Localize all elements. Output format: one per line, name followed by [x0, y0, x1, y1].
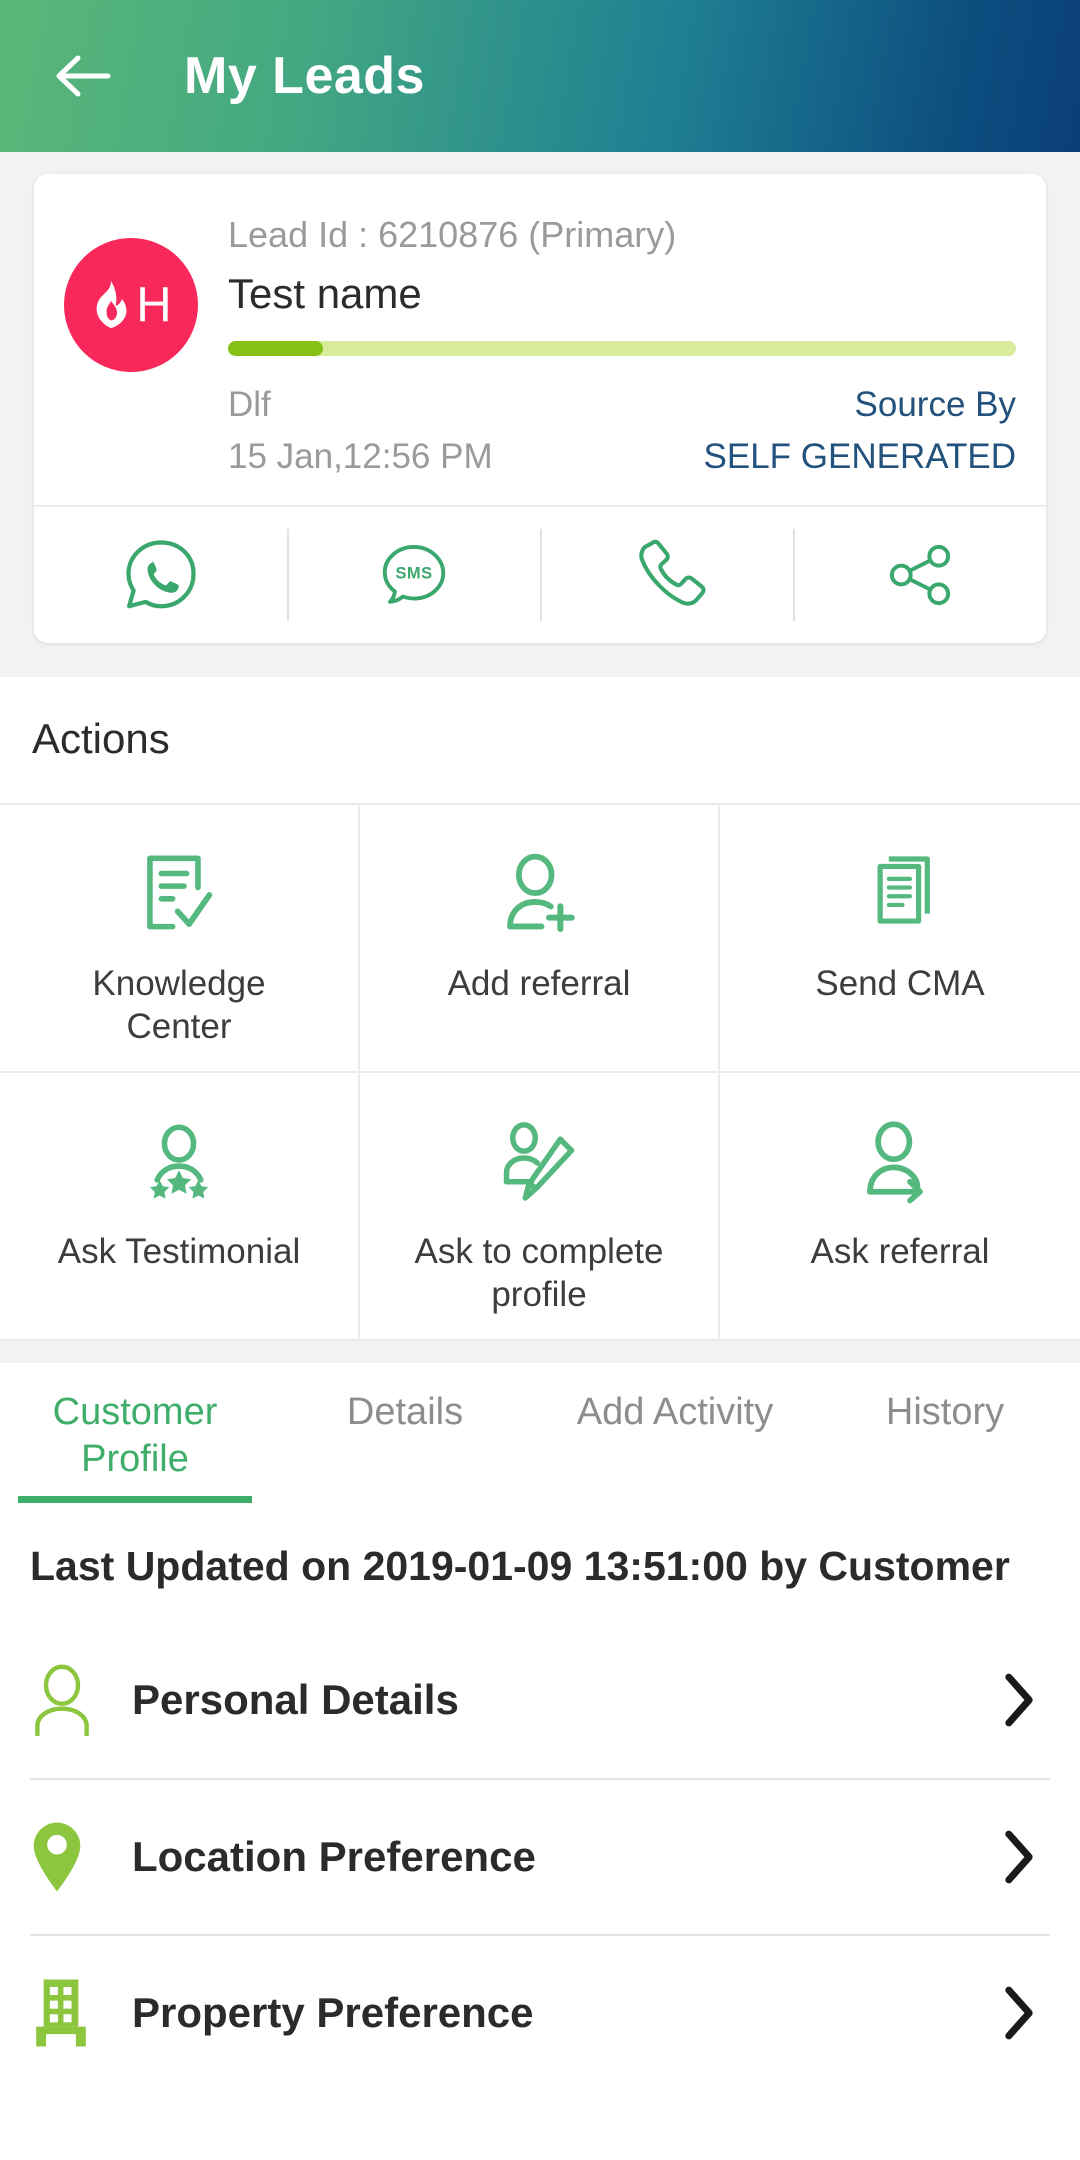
lead-id: Lead Id : 6210876 (Primary)	[228, 214, 677, 255]
person-pencil-icon	[503, 1122, 575, 1202]
list-item-property-preference[interactable]: Property Preference	[30, 1933, 1050, 2090]
person-arrow-icon	[867, 1121, 923, 1204]
chevron-right-icon[interactable]	[1002, 1985, 1050, 2041]
flame-icon	[96, 281, 127, 328]
lead-progress-bar	[228, 341, 1016, 357]
tab-bar: Customer Profile Details Add Activity Hi…	[0, 1363, 1080, 1504]
list-item-label: Location Preference	[132, 1832, 536, 1880]
lead-meta: Dlf 15 Jan,12:56 PM Source By SELF GENER…	[228, 382, 1016, 505]
chevron-right-icon-glyph	[1005, 1673, 1033, 1726]
source-by-value: SELF GENERATED	[703, 436, 1016, 476]
building-icon-wrap	[30, 1977, 114, 2049]
map-pin-icon	[33, 1822, 81, 1891]
source-by-label: Source By	[854, 385, 1016, 425]
call-icon	[638, 540, 706, 607]
tab-add-activity[interactable]: Add Activity	[540, 1379, 810, 1503]
document-check-icon-wrap	[142, 847, 216, 943]
customer-profile-list: Personal Details Location Preference Pro…	[0, 1604, 1080, 2090]
documents-stack-icon	[877, 856, 930, 925]
lead-name: Test name	[228, 270, 422, 317]
action-ask-testimonial[interactable]: Ask Testimonial	[0, 1073, 360, 1342]
actions-heading: Actions	[0, 677, 1080, 804]
chevron-right-icon-glyph	[1005, 1986, 1033, 2039]
sms-icon: SMS	[382, 545, 445, 605]
action-label: Add referral	[447, 964, 631, 1004]
action-ask-complete-profile[interactable]: Ask to complete profile	[360, 1073, 720, 1342]
lead-info: Lead Id : 6210876 (Primary) Test name Dl…	[228, 204, 1016, 505]
back-button[interactable]	[52, 45, 114, 107]
actions-grid: Knowledge Center Add referral Send CMA A…	[0, 803, 1080, 1342]
list-item-personal-details[interactable]: Personal Details	[30, 1622, 1050, 1778]
building-icon	[36, 1979, 86, 2046]
chevron-right-icon-glyph	[1005, 1830, 1033, 1883]
avatar: H	[64, 238, 198, 372]
document-check-icon	[147, 855, 213, 930]
person-pencil-icon-wrap	[499, 1115, 579, 1211]
list-item-label: Personal Details	[132, 1675, 459, 1723]
lead-project: Dlf	[228, 385, 271, 425]
action-label: Ask Testimonial	[57, 1232, 301, 1272]
lead-card-region: H Lead Id : 6210876 (Primary) Test name …	[0, 152, 1080, 678]
lead-grade-letter: H	[136, 277, 172, 332]
list-item-label: Property Preference	[132, 1988, 534, 2036]
person-stars-icon	[149, 1124, 209, 1200]
action-label: Ask to complete profile	[414, 1232, 664, 1315]
chevron-right-icon[interactable]	[1002, 1672, 1050, 1728]
call-button[interactable]	[540, 507, 793, 643]
whatsapp-icon	[125, 540, 196, 609]
person-outline-icon-wrap	[30, 1664, 114, 1736]
share-icon	[889, 545, 950, 606]
page-title: My Leads	[184, 47, 425, 105]
person-outline-icon	[35, 1664, 89, 1736]
tab-details[interactable]: Details	[270, 1379, 540, 1503]
arrow-left-icon	[56, 55, 111, 97]
person-stars-icon-wrap	[139, 1115, 219, 1211]
action-knowledge-center[interactable]: Knowledge Center	[0, 805, 360, 1074]
lead-meta-left: Dlf 15 Jan,12:56 PM	[228, 382, 493, 479]
chevron-right-icon[interactable]	[1002, 1829, 1050, 1885]
map-pin-icon-wrap	[30, 1820, 114, 1894]
lead-progress-fill	[228, 341, 323, 357]
whatsapp-button[interactable]	[34, 507, 287, 643]
sms-button[interactable]: SMS	[287, 507, 540, 643]
action-label: Ask referral	[810, 1232, 990, 1272]
action-label: Send CMA	[815, 964, 985, 1004]
list-item-location-preference[interactable]: Location Preference	[30, 1777, 1050, 1934]
svg-text:SMS: SMS	[395, 565, 432, 583]
action-ask-referral[interactable]: Ask referral	[720, 1073, 1080, 1342]
lead-card[interactable]: H Lead Id : 6210876 (Primary) Test name …	[34, 174, 1046, 644]
app-bar: My Leads	[0, 0, 1080, 152]
tab-history[interactable]: History	[810, 1379, 1080, 1503]
lead-card-top: H Lead Id : 6210876 (Primary) Test name …	[64, 204, 1016, 505]
documents-stack-icon-wrap	[864, 847, 936, 943]
tabs-spacer	[0, 1341, 1080, 1364]
share-button[interactable]	[793, 507, 1046, 643]
action-label: Knowledge Center	[92, 964, 266, 1047]
action-add-referral[interactable]: Add referral	[360, 805, 720, 1074]
lead-meta-right: Source By SELF GENERATED	[704, 382, 1016, 479]
lead-datetime: 15 Jan,12:56 PM	[228, 436, 493, 476]
person-add-icon-wrap	[500, 847, 578, 943]
action-send-cma[interactable]: Send CMA	[720, 805, 1080, 1074]
person-add-icon	[507, 854, 575, 933]
last-updated-text: Last Updated on 2019-01-09 13:51:00 by C…	[30, 1543, 1010, 1590]
person-arrow-icon-wrap	[860, 1115, 940, 1211]
tab-customer-profile[interactable]: Customer Profile	[0, 1379, 270, 1504]
contact-actions-row: SMS	[34, 505, 1046, 643]
